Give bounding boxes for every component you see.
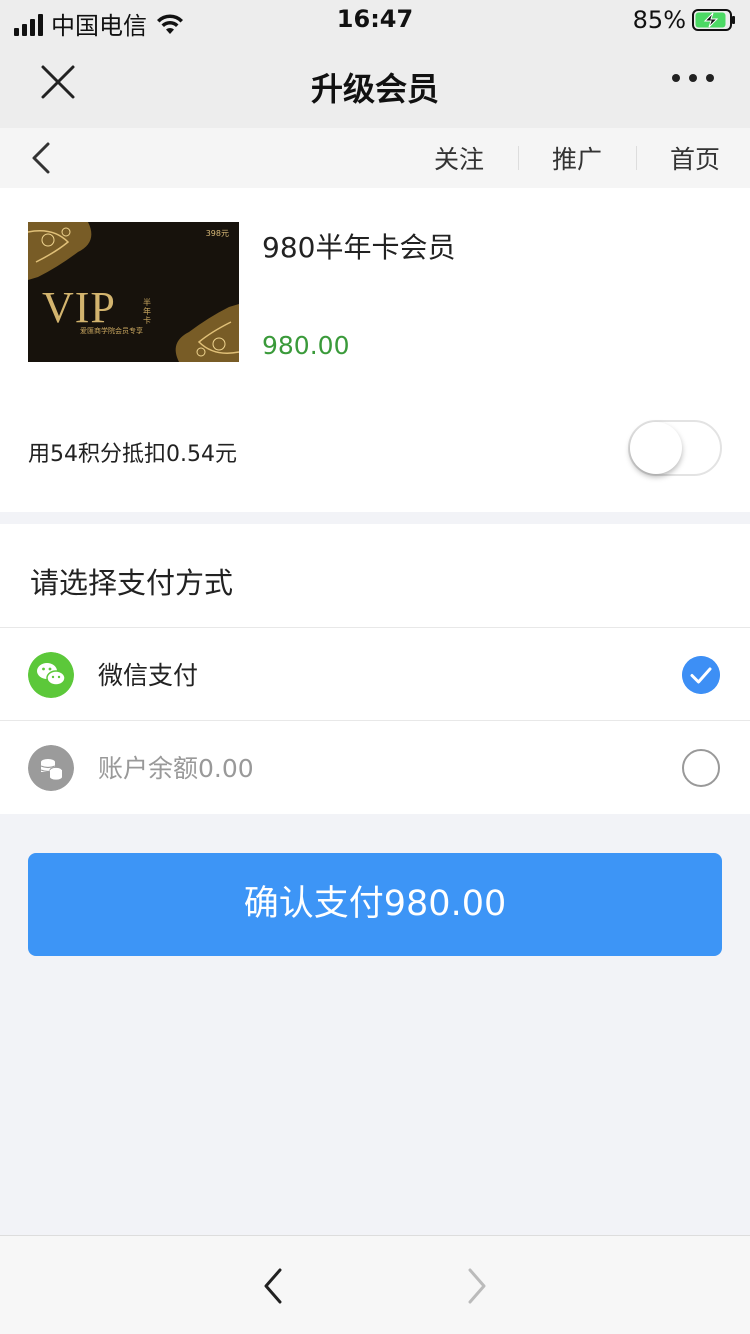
nav-link-follow[interactable]: 关注: [400, 140, 518, 176]
card-subtitle: 爱匯商学院会员专享: [80, 327, 143, 335]
wechat-icon: [28, 652, 74, 698]
title-bar: 升级会员: [0, 40, 750, 128]
battery-percent: 85%: [632, 6, 686, 34]
radio-checked-icon[interactable]: [682, 656, 720, 694]
points-deduction-label: 用54积分抵扣0.54元: [28, 442, 237, 467]
sub-navigation: 关注 推广 首页: [0, 128, 750, 188]
status-bar: 中国电信 16:47 85%: [0, 0, 750, 40]
back-arrow-icon[interactable]: [28, 140, 56, 176]
battery-charging-icon: [692, 9, 735, 31]
product-section: 398元 VIP 半年卡 爱匯商学院会员专享 980半年卡会员 980.00 用…: [0, 188, 750, 512]
lace-ornament-bottom-right: [175, 304, 239, 362]
payment-method-section: 请选择支付方式 微信支付 账户余额0.00: [0, 524, 750, 814]
browser-forward-icon[interactable]: [462, 1266, 490, 1306]
product-title: 980半年卡会员: [262, 231, 456, 264]
card-tag: 半年卡: [143, 298, 151, 325]
lace-ornament-top-left: [28, 222, 92, 280]
nav-link-promote[interactable]: 推广: [517, 140, 636, 176]
radio-unchecked-icon[interactable]: [682, 749, 720, 787]
payment-option-balance[interactable]: 账户余额0.00: [0, 720, 750, 813]
payment-option-wechat[interactable]: 微信支付: [0, 627, 750, 720]
vip-card-image: 398元 VIP 半年卡 爱匯商学院会员专享: [28, 222, 239, 362]
browser-bottom-bar: [0, 1235, 750, 1334]
more-options-icon[interactable]: [672, 74, 714, 82]
payment-option-label: 微信支付: [98, 661, 199, 690]
nav-link-home[interactable]: 首页: [635, 140, 720, 176]
card-price-label: 398元: [205, 229, 229, 238]
confirm-payment-button[interactable]: 确认支付980.00: [28, 853, 722, 956]
page-title: 升级会员: [310, 70, 439, 108]
coins-icon: [28, 745, 74, 791]
payment-option-label: 账户余额0.00: [98, 754, 254, 783]
toggle-knob: [630, 422, 682, 474]
payment-heading: 请选择支付方式: [30, 566, 234, 600]
product-price: 980.00: [262, 331, 350, 360]
browser-back-icon[interactable]: [260, 1266, 288, 1306]
points-deduction-toggle[interactable]: [628, 420, 722, 476]
